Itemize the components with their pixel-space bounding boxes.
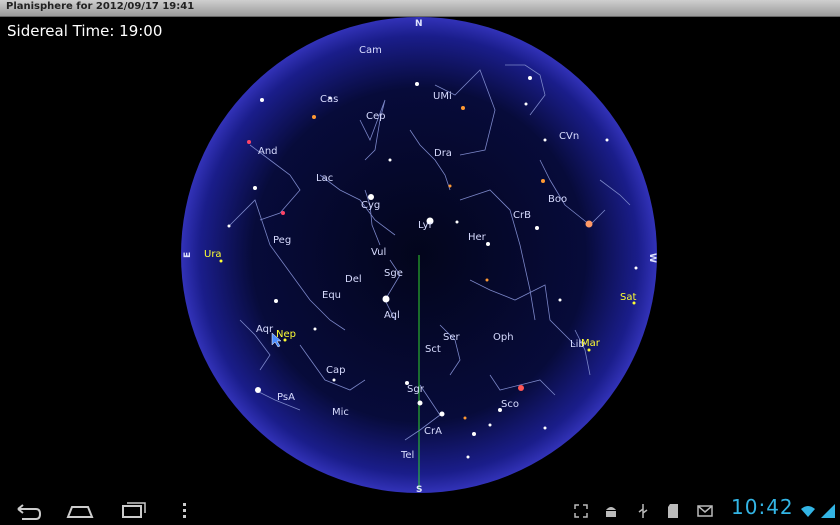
label-cyg: Cyg xyxy=(361,200,380,211)
label-mars: Mar xyxy=(581,338,601,349)
compass-east: E xyxy=(183,252,193,258)
label-boo: Boo xyxy=(548,194,567,205)
label-vul: Vul xyxy=(371,247,386,258)
label-cep: Cep xyxy=(366,111,385,122)
label-psa: PsA xyxy=(277,392,295,403)
label-tel: Tel xyxy=(400,450,414,461)
label-dra: Dra xyxy=(434,148,452,159)
label-peg: Peg xyxy=(273,235,291,246)
label-her: Her xyxy=(468,232,487,243)
sky-chart[interactable]: Cam Cas UMi Cep CVn And Dra Lac Cyg Boo … xyxy=(0,0,840,497)
navigation-bar: 10:42 xyxy=(0,495,840,525)
compass-south: S xyxy=(416,485,422,495)
label-cap: Cap xyxy=(326,365,345,376)
sd-card-icon xyxy=(668,504,678,518)
label-oph: Oph xyxy=(493,332,514,343)
label-umi: UMi xyxy=(433,91,452,102)
label-crb: CrB xyxy=(513,210,531,221)
email-icon xyxy=(697,505,713,517)
usb-icon xyxy=(638,504,648,518)
back-icon[interactable] xyxy=(10,499,46,523)
home-icon[interactable] xyxy=(62,499,98,523)
label-sco: Sco xyxy=(501,399,519,410)
label-ser: Ser xyxy=(443,332,461,343)
label-aql: Aql xyxy=(384,310,400,321)
fullscreen-icon xyxy=(574,504,588,518)
label-saturn: Sat xyxy=(620,292,636,303)
label-uranus: Ura xyxy=(204,249,222,260)
label-cas: Cas xyxy=(320,94,338,105)
android-icon xyxy=(606,507,616,517)
label-cam: Cam xyxy=(359,45,382,56)
status-clock: 10:42 xyxy=(731,495,794,519)
label-neptune: Nep xyxy=(276,329,296,340)
label-and: And xyxy=(258,146,278,157)
label-sge: Sge xyxy=(384,268,403,279)
label-mic: Mic xyxy=(332,407,349,418)
label-equ: Equ xyxy=(322,290,341,301)
label-cra: CrA xyxy=(424,426,442,437)
wifi-icon xyxy=(801,506,815,517)
compass-north: N xyxy=(415,19,423,29)
compass-west: W xyxy=(647,253,657,263)
label-cvn: CVn xyxy=(559,131,579,142)
recent-apps-icon[interactable] xyxy=(115,499,151,523)
signal-icon xyxy=(821,504,835,518)
label-lac: Lac xyxy=(316,173,333,184)
label-sgr: Sgr xyxy=(407,384,425,395)
label-lyr: Lyr xyxy=(418,220,434,231)
label-aqr: Aqr xyxy=(256,324,274,335)
label-del: Del xyxy=(345,274,362,285)
label-sct: Sct xyxy=(425,344,441,355)
menu-icon[interactable] xyxy=(166,499,202,523)
